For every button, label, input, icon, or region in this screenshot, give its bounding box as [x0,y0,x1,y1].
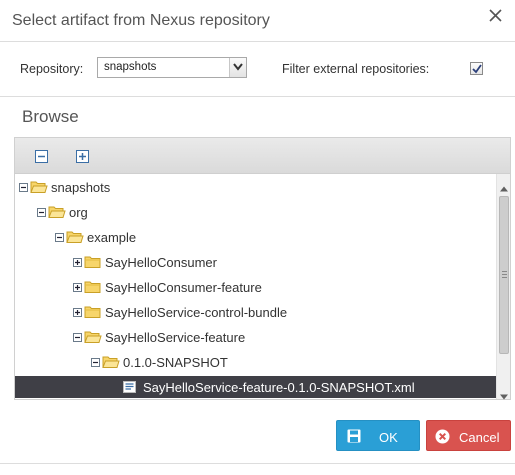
collapse-toggle-icon[interactable] [91,357,100,367]
collapse-all-icon[interactable] [35,150,48,163]
tree-node-label: 0.1.0-SNAPSHOT [123,354,228,370]
save-icon [347,429,361,446]
collapse-toggle-icon[interactable] [19,182,28,192]
tree-node-snapshots[interactable]: snapshots [19,176,110,198]
folder-icon [84,255,102,269]
tree-node-example[interactable]: example [55,226,136,248]
ok-button-label: OK [379,430,398,445]
expand-toggle-icon[interactable] [73,282,82,292]
dialog-title: Select artifact from Nexus repository [12,12,270,29]
collapse-toggle-icon[interactable] [55,232,64,242]
header-divider [0,41,515,42]
tree-node-version[interactable]: 0.1.0-SNAPSHOT [91,351,228,373]
filter-external-checkbox[interactable] [470,62,483,75]
tree-toolbar [15,138,510,174]
section-divider [0,96,515,97]
xml-file-icon [123,381,136,393]
tree-node-label: snapshots [51,179,111,195]
tree-node-label: org [69,204,88,220]
filter-external-label: Filter external repositories: [282,62,430,76]
folder-open-icon [48,205,66,219]
expand-toggle-icon[interactable] [73,307,82,317]
tree-node-sayhelloservice-control-bundle[interactable]: SayHelloService-control-bundle [73,301,287,323]
repository-select[interactable]: snapshots [97,57,247,78]
footer-divider [0,463,515,464]
scroll-up-icon[interactable] [500,179,508,192]
tree-node-org[interactable]: org [37,201,88,223]
tree-node-label: example [87,229,137,245]
browse-panel: snapshots org example SayHelloConsumer S… [14,137,511,400]
close-icon[interactable] [486,6,506,26]
folder-open-icon [84,330,102,344]
folder-icon [84,280,102,294]
expand-toggle-icon[interactable] [73,257,82,267]
ok-button[interactable]: OK [336,420,420,451]
tree-node-label: SayHelloConsumer-feature [105,279,262,295]
scroll-down-icon[interactable] [500,387,508,400]
tree-node-sayhelloservice-feature[interactable]: SayHelloService-feature [73,326,245,348]
folder-open-icon [30,180,48,194]
folder-icon [84,305,102,319]
tree-node-sayhelloconsumer-feature[interactable]: SayHelloConsumer-feature [73,276,262,298]
tree-node-label: SayHelloConsumer [105,254,217,270]
checkmark-icon [472,64,482,74]
artifact-tree: snapshots org example SayHelloConsumer S… [15,174,496,399]
browse-heading: Browse [22,107,79,126]
collapse-toggle-icon[interactable] [37,207,46,217]
expand-all-icon[interactable] [76,150,89,163]
folder-open-icon [102,355,120,369]
tree-node-label: SayHelloService-feature-0.1.0-SNAPSHOT.x… [143,379,415,395]
chevron-down-icon[interactable] [229,58,246,77]
repository-label: Repository: [20,62,84,76]
cancel-button-label: Cancel [459,430,500,445]
collapse-toggle-icon[interactable] [73,332,82,342]
tree-node-label: SayHelloService-control-bundle [105,304,288,320]
cancel-icon [435,429,450,447]
cancel-button[interactable]: Cancel [426,420,511,451]
tree-node-selected-file[interactable]: SayHelloService-feature-0.1.0-SNAPSHOT.x… [15,376,496,398]
tree-node-label: SayHelloService-feature [105,329,246,345]
folder-open-icon [66,230,84,244]
nexus-artifact-dialog: Select artifact from Nexus repository Re… [0,0,515,475]
repository-select-value: snapshots [104,61,157,73]
scrollbar-thumb[interactable] [499,196,509,354]
tree-node-sayhelloconsumer[interactable]: SayHelloConsumer [73,251,217,273]
tree-scrollbar[interactable] [496,174,510,400]
